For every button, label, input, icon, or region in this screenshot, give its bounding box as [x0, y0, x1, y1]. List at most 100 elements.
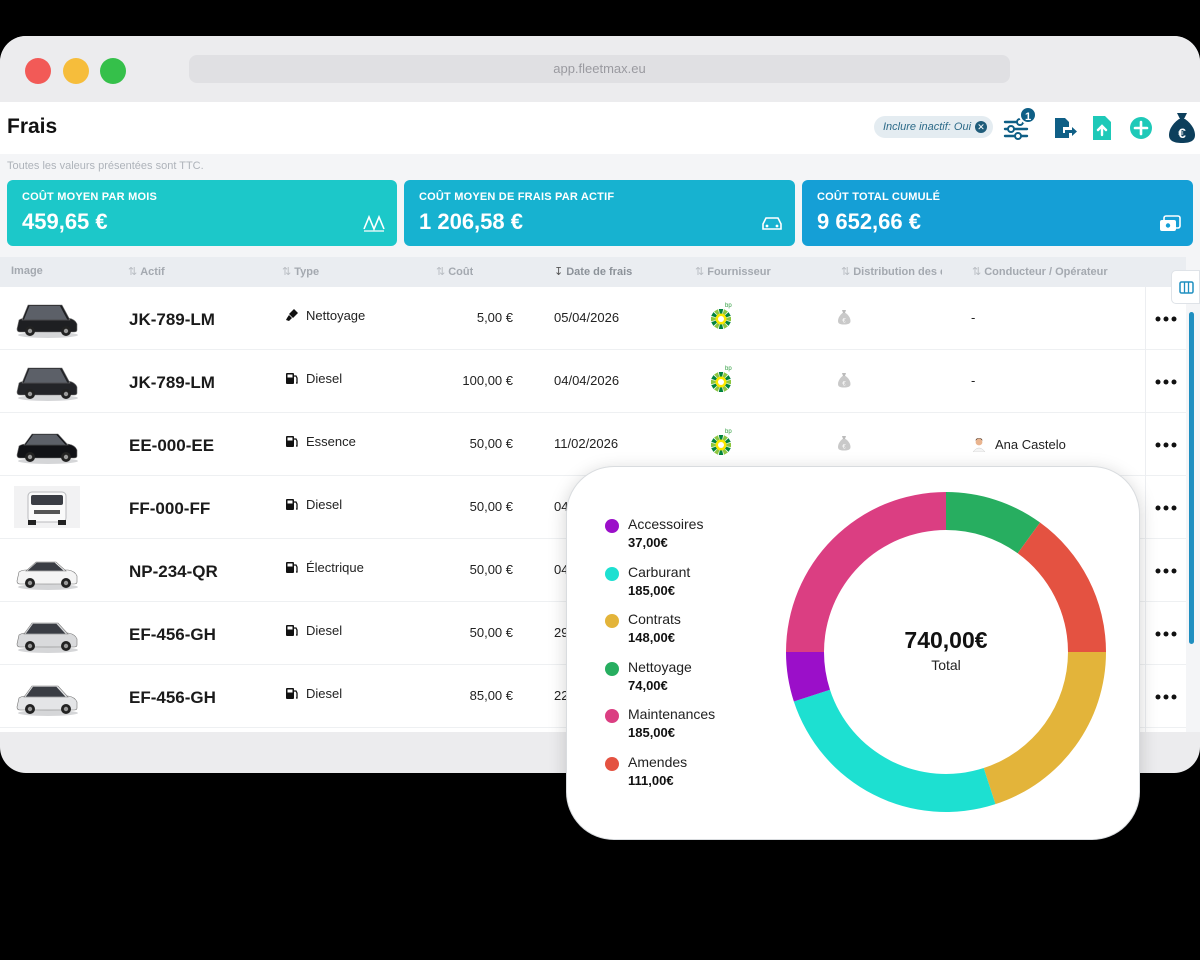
chart-icon: [363, 214, 385, 232]
donut-slice-contrats[interactable]: [983, 652, 1106, 805]
expense-type-label: Diesel: [306, 497, 343, 512]
donut-center: 740,00€ Total: [785, 627, 1107, 673]
row-actions-button[interactable]: [1146, 307, 1186, 331]
column-header-driver[interactable]: ⇅ Conducteur / Opérateur: [972, 265, 1108, 278]
asset-plate[interactable]: NP-234-QR: [129, 562, 218, 582]
asset-plate[interactable]: EF-456-GH: [129, 625, 216, 645]
legend-item: Nettoyage 74,00€: [605, 658, 715, 706]
donut-slice-carburant[interactable]: [793, 689, 996, 812]
filter-chip-label: Inclure inactif: Oui: [883, 121, 972, 133]
legend-swatch: [605, 566, 619, 581]
column-header-distribution[interactable]: ⇅ Distribution des c: [841, 265, 942, 278]
expense-type-label: Diesel: [306, 686, 343, 701]
driver: Ana Castelo: [971, 436, 1066, 453]
cost-distribution-icon[interactable]: €: [837, 435, 851, 451]
add-icon[interactable]: [1127, 114, 1155, 142]
expense-date: 11/02/2026: [554, 436, 619, 451]
breakdown-total: 740,00€: [904, 627, 988, 653]
browser-titlebar: app.fleetmax.eu: [0, 36, 1200, 102]
vehicle-thumbnail: [12, 547, 82, 593]
legend-swatch: [605, 756, 619, 771]
kpi-label: COÛT MOYEN DE FRAIS PAR ACTIF: [419, 191, 615, 203]
column-header-image[interactable]: Image: [11, 265, 43, 277]
row-actions-button[interactable]: [1146, 622, 1186, 646]
legend-item: Contrats 148,00€: [605, 610, 715, 658]
row-actions-button[interactable]: [1146, 370, 1186, 394]
upload-file-icon[interactable]: [1088, 114, 1116, 142]
kpi-label: COÛT MOYEN PAR MOIS: [22, 191, 157, 203]
kpi-card-cumulative-total: COÛT TOTAL CUMULÉ 9 652,66 €: [802, 180, 1193, 246]
table-row[interactable]: JK-789-LM Diesel 100,00 € 04/04/2026 bp …: [0, 350, 1186, 413]
column-header-type[interactable]: ⇅ Type: [282, 265, 319, 278]
page-title: Frais: [7, 115, 58, 138]
table-row[interactable]: JK-789-LM Nettoyage 5,00 € 05/04/2026 bp…: [0, 287, 1186, 350]
legend-category: Contrats: [628, 611, 681, 627]
vehicle-thumbnail: [12, 358, 82, 404]
legend-swatch: [605, 661, 619, 676]
column-header-asset[interactable]: ⇅ Actif: [128, 265, 165, 278]
asset-plate[interactable]: FF-000-FF: [129, 499, 210, 519]
column-header-supplier[interactable]: ⇅ Fournisseur: [695, 265, 771, 278]
kpi-card-average-per-asset: COÛT MOYEN DE FRAIS PAR ACTIF 1 206,58 €: [404, 180, 795, 246]
expense-type-label: Électrique: [306, 560, 364, 575]
address-bar[interactable]: app.fleetmax.eu: [189, 55, 1010, 83]
legend-category: Maintenances: [628, 706, 716, 722]
vehicle-thumbnail: [12, 673, 82, 719]
column-settings-button[interactable]: [1171, 270, 1200, 304]
legend-value: 111,00€: [628, 772, 674, 788]
remove-filter-icon[interactable]: ✕: [975, 121, 988, 133]
maximize-window-button[interactable]: [100, 58, 126, 84]
svg-text:bp: bp: [725, 366, 732, 372]
expense-type-label: Diesel: [306, 623, 343, 638]
cost-breakdown-card: Accessoires 37,00€ Carburant 185,00€ Con…: [566, 466, 1140, 840]
row-actions-button[interactable]: [1146, 433, 1186, 457]
avatar: [971, 436, 987, 453]
row-actions-button[interactable]: [1146, 685, 1186, 709]
bp-logo-icon: bp: [708, 364, 736, 394]
breakdown-legend: Accessoires 37,00€ Carburant 185,00€ Con…: [605, 515, 715, 800]
close-window-button[interactable]: [25, 58, 51, 84]
driver: -: [971, 373, 975, 388]
row-actions-button[interactable]: [1146, 559, 1186, 583]
expense-type-label: Essence: [306, 434, 356, 449]
filter-chip[interactable]: Inclure inactif: Oui ✕: [874, 116, 994, 138]
driver-name: -: [971, 310, 976, 325]
asset-plate[interactable]: JK-789-LM: [129, 310, 215, 330]
expense-type: Essence: [285, 434, 356, 449]
legend-item: Accessoires 37,00€: [605, 515, 715, 563]
fuel-icon: [285, 434, 306, 449]
expense-cost: 50,00 €: [469, 562, 513, 577]
asset-plate[interactable]: EF-456-GH: [129, 688, 216, 708]
fuel-icon: [285, 497, 306, 512]
legend-item: Maintenances 185,00€: [605, 705, 715, 753]
driver: -: [971, 310, 975, 325]
fuel-icon: [285, 686, 306, 701]
expense-type-label: Diesel: [306, 371, 343, 386]
breakdown-total-label: Total: [931, 657, 961, 673]
row-actions-button[interactable]: [1146, 496, 1186, 520]
filter-count-badge: 1: [1019, 106, 1037, 124]
expense-type: Diesel: [285, 371, 342, 386]
bp-logo-icon: bp: [708, 301, 736, 331]
asset-plate[interactable]: JK-789-LM: [129, 373, 215, 393]
sticky-column-divider: [1145, 287, 1146, 732]
vertical-scrollbar[interactable]: [1189, 312, 1194, 644]
cost-distribution-icon[interactable]: €: [837, 309, 851, 325]
column-header-cost[interactable]: ⇅ Coût: [436, 265, 473, 278]
expense-cost: 50,00 €: [469, 499, 513, 514]
page-header: Frais Inclure inactif: Oui ✕ 1 €: [0, 102, 1200, 154]
minimize-window-button[interactable]: [63, 58, 89, 84]
expense-cost: 85,00 €: [469, 688, 513, 703]
money-bag-icon[interactable]: €: [1167, 110, 1197, 144]
legend-value: 37,00€: [628, 535, 668, 550]
column-header-date[interactable]: ↧ Date de frais: [554, 265, 632, 278]
export-icon[interactable]: [1050, 114, 1078, 142]
expense-type: Diesel: [285, 686, 342, 701]
fuel-icon: [285, 623, 306, 638]
expense-date: 04/04/2026: [554, 373, 620, 388]
cost-distribution-icon[interactable]: €: [837, 372, 851, 388]
vehicle-thumbnail: [12, 610, 82, 656]
driver-name: Ana Castelo: [995, 437, 1066, 452]
columns-icon: [1179, 281, 1194, 294]
asset-plate[interactable]: EE-000-EE: [129, 436, 214, 456]
